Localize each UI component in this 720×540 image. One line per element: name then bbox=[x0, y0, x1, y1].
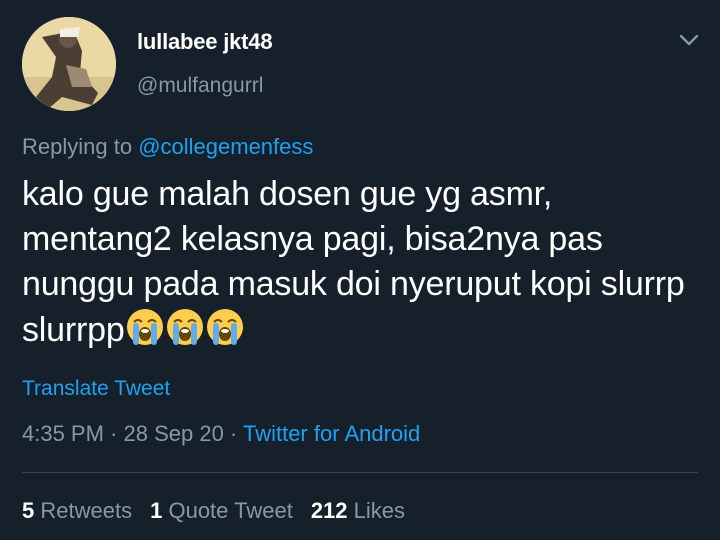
replying-to: Replying to @collegemenfess bbox=[22, 134, 313, 160]
quote-label: Quote Tweet bbox=[168, 498, 293, 523]
loudly-crying-face-icon bbox=[166, 309, 203, 345]
retweets-count: 5 bbox=[22, 498, 35, 523]
loudly-crying-face-icon bbox=[206, 309, 243, 345]
quote-count: 1 bbox=[150, 498, 163, 523]
tweet-text: kalo gue malah dosen gue yg asmr, mentan… bbox=[22, 172, 702, 353]
quote-tweet-stat[interactable]: 1 Quote Tweet bbox=[150, 498, 293, 523]
user-handle[interactable]: @mulfangurrl bbox=[137, 74, 263, 98]
tweet-body: kalo gue malah dosen gue yg asmr, mentan… bbox=[22, 175, 685, 349]
divider bbox=[22, 472, 698, 473]
chevron-down-icon[interactable] bbox=[678, 32, 700, 48]
meta-separator: · bbox=[223, 421, 243, 446]
tweet-stats: 5 Retweets 1 Quote Tweet 212 Likes bbox=[22, 498, 423, 524]
likes-stat[interactable]: 212 Likes bbox=[311, 498, 405, 523]
tweet-meta: 4:35 PM · 28 Sep 20 · Twitter for Androi… bbox=[22, 421, 420, 447]
reply-mention-link[interactable]: @collegemenfess bbox=[138, 134, 313, 159]
emoji-group bbox=[125, 309, 245, 349]
likes-label: Likes bbox=[353, 498, 406, 523]
tweet-time[interactable]: 4:35 PM bbox=[22, 421, 104, 446]
retweets-stat[interactable]: 5 Retweets bbox=[22, 498, 132, 523]
tweet-source-link[interactable]: Twitter for Android bbox=[243, 421, 420, 446]
avatar[interactable] bbox=[22, 17, 116, 111]
loudly-crying-face-icon bbox=[126, 309, 163, 345]
meta-separator: · bbox=[103, 421, 124, 446]
translate-tweet-link[interactable]: Translate Tweet bbox=[22, 377, 170, 401]
display-name[interactable]: lullabee jkt48 bbox=[137, 29, 273, 55]
likes-count: 212 bbox=[310, 498, 348, 523]
retweets-label: Retweets bbox=[40, 498, 133, 523]
tweet-date[interactable]: 28 Sep 20 bbox=[124, 421, 224, 446]
replying-prefix: Replying to bbox=[22, 134, 139, 159]
